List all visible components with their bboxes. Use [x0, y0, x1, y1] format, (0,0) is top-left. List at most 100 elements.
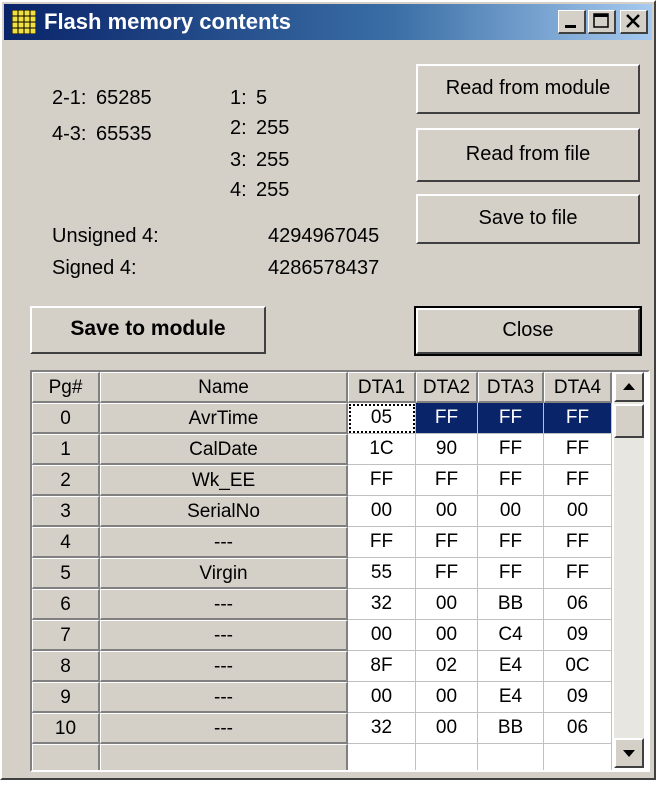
- byte-3-value: 255: [256, 149, 290, 171]
- table-cell-dta4[interactable]: FF: [544, 527, 612, 558]
- table-cell-dta1[interactable]: 00: [348, 620, 416, 651]
- table-cell-pg[interactable]: 6: [32, 589, 100, 620]
- read-from-module-label: Read from module: [445, 77, 611, 99]
- save-to-file-button[interactable]: Save to file: [416, 194, 640, 244]
- byte-1-label: 1:: [230, 87, 247, 109]
- column-header-name[interactable]: Name: [100, 372, 348, 403]
- table-cell-dta2[interactable]: 00: [416, 713, 478, 744]
- table-cell-dta3[interactable]: FF: [478, 527, 544, 558]
- table-cell-dta4[interactable]: 06: [544, 589, 612, 620]
- table-cell-pg[interactable]: 4: [32, 527, 100, 558]
- table-cell-pg[interactable]: 5: [32, 558, 100, 589]
- memory-table[interactable]: Pg# Name DTA1 DTA2 DTA3 DTA4 0 AvrTime 05 FF FF FF 1…: [30, 370, 650, 772]
- table-cell-dta1[interactable]: 05: [348, 403, 416, 434]
- table-cell-dta2[interactable]: 90: [416, 434, 478, 465]
- byte-4-value: 255: [256, 179, 290, 201]
- table-cell-dta2[interactable]: FF: [416, 403, 478, 434]
- column-header-dta3[interactable]: DTA3: [478, 372, 544, 403]
- table-cell-name[interactable]: ---: [100, 527, 348, 558]
- table-cell-dta1[interactable]: 32: [348, 589, 416, 620]
- column-header-dta1[interactable]: DTA1: [348, 372, 416, 403]
- table-cell-name[interactable]: ---: [100, 620, 348, 651]
- table-cell-pg[interactable]: 0: [32, 403, 100, 434]
- table-cell-dta3[interactable]: E4: [478, 651, 544, 682]
- table-cell-dta3[interactable]: BB: [478, 713, 544, 744]
- table-cell-dta4[interactable]: 06: [544, 713, 612, 744]
- table-cell-dta4[interactable]: FF: [544, 434, 612, 465]
- close-button[interactable]: Close: [414, 306, 642, 356]
- title-bar[interactable]: Flash memory contents: [4, 4, 652, 40]
- table-row-partial: [416, 744, 478, 770]
- byte-2-label: 2:: [230, 117, 247, 139]
- minimize-button[interactable]: [558, 10, 586, 34]
- scroll-down-button[interactable]: [614, 738, 644, 768]
- table-cell-dta1[interactable]: FF: [348, 527, 416, 558]
- table-cell-dta3[interactable]: 00: [478, 496, 544, 527]
- table-cell-pg[interactable]: 1: [32, 434, 100, 465]
- table-cell-dta4[interactable]: FF: [544, 403, 612, 434]
- table-cell-dta4[interactable]: FF: [544, 558, 612, 589]
- table-cell-dta4[interactable]: FF: [544, 465, 612, 496]
- byte-1-value: 5: [256, 87, 268, 109]
- table-cell-dta1[interactable]: 8F: [348, 651, 416, 682]
- table-cell-name[interactable]: ---: [100, 682, 348, 713]
- table-cell-dta4[interactable]: 0C: [544, 651, 612, 682]
- table-cell-dta3[interactable]: C4: [478, 620, 544, 651]
- table-cell-name[interactable]: ---: [100, 713, 348, 744]
- word-2-1-label: 2-1:: [52, 87, 87, 109]
- table-cell-dta2[interactable]: 00: [416, 589, 478, 620]
- read-from-file-button[interactable]: Read from file: [416, 128, 640, 182]
- table-row-partial: [348, 744, 416, 770]
- scroll-up-button[interactable]: [614, 372, 644, 402]
- table-cell-dta4[interactable]: 00: [544, 496, 612, 527]
- table-cell-pg[interactable]: 9: [32, 682, 100, 713]
- table-cell-dta2[interactable]: 00: [416, 620, 478, 651]
- column-header-dta4[interactable]: DTA4: [544, 372, 612, 403]
- table-cell-dta2[interactable]: 00: [416, 496, 478, 527]
- table-cell-dta3[interactable]: FF: [478, 434, 544, 465]
- table-cell-name[interactable]: ---: [100, 589, 348, 620]
- table-cell-dta1[interactable]: FF: [348, 465, 416, 496]
- table-row-partial: [544, 744, 612, 770]
- table-cell-name[interactable]: SerialNo: [100, 496, 348, 527]
- maximize-button[interactable]: [588, 10, 616, 34]
- table-cell-pg[interactable]: 3: [32, 496, 100, 527]
- table-cell-dta1[interactable]: 00: [348, 682, 416, 713]
- scroll-up-icon: [623, 383, 635, 390]
- close-window-button[interactable]: [620, 10, 648, 34]
- table-cell-dta4[interactable]: 09: [544, 620, 612, 651]
- column-header-pg[interactable]: Pg#: [32, 372, 100, 403]
- table-cell-name[interactable]: Virgin: [100, 558, 348, 589]
- read-from-module-button[interactable]: Read from module: [416, 64, 640, 114]
- word-4-3-label: 4-3:: [52, 123, 87, 145]
- table-cell-dta3[interactable]: FF: [478, 465, 544, 496]
- table-cell-dta3[interactable]: FF: [478, 403, 544, 434]
- vertical-scrollbar[interactable]: [614, 372, 644, 768]
- table-cell-pg[interactable]: 10: [32, 713, 100, 744]
- save-to-file-label: Save to file: [478, 207, 578, 229]
- table-cell-dta2[interactable]: FF: [416, 558, 478, 589]
- table-cell-pg[interactable]: 7: [32, 620, 100, 651]
- save-to-module-button[interactable]: Save to module: [30, 306, 266, 354]
- table-cell-dta3[interactable]: E4: [478, 682, 544, 713]
- table-cell-name[interactable]: CalDate: [100, 434, 348, 465]
- table-cell-name[interactable]: AvrTime: [100, 403, 348, 434]
- table-cell-name[interactable]: Wk_EE: [100, 465, 348, 496]
- table-cell-name[interactable]: ---: [100, 651, 348, 682]
- column-header-dta2[interactable]: DTA2: [416, 372, 478, 403]
- table-cell-pg[interactable]: 2: [32, 465, 100, 496]
- table-cell-dta2[interactable]: FF: [416, 527, 478, 558]
- table-cell-dta1[interactable]: 32: [348, 713, 416, 744]
- table-cell-dta3[interactable]: BB: [478, 589, 544, 620]
- table-cell-dta1[interactable]: 55: [348, 558, 416, 589]
- table-cell-dta4[interactable]: 09: [544, 682, 612, 713]
- table-cell-dta3[interactable]: FF: [478, 558, 544, 589]
- table-cell-dta2[interactable]: FF: [416, 465, 478, 496]
- table-cell-dta2[interactable]: 00: [416, 682, 478, 713]
- scroll-thumb[interactable]: [614, 404, 644, 438]
- table-cell-dta1[interactable]: 1C: [348, 434, 416, 465]
- table-cell-dta2[interactable]: 02: [416, 651, 478, 682]
- table-cell-pg[interactable]: 8: [32, 651, 100, 682]
- table-cell-dta1[interactable]: 00: [348, 496, 416, 527]
- unsigned-value: 4294967045: [268, 225, 380, 247]
